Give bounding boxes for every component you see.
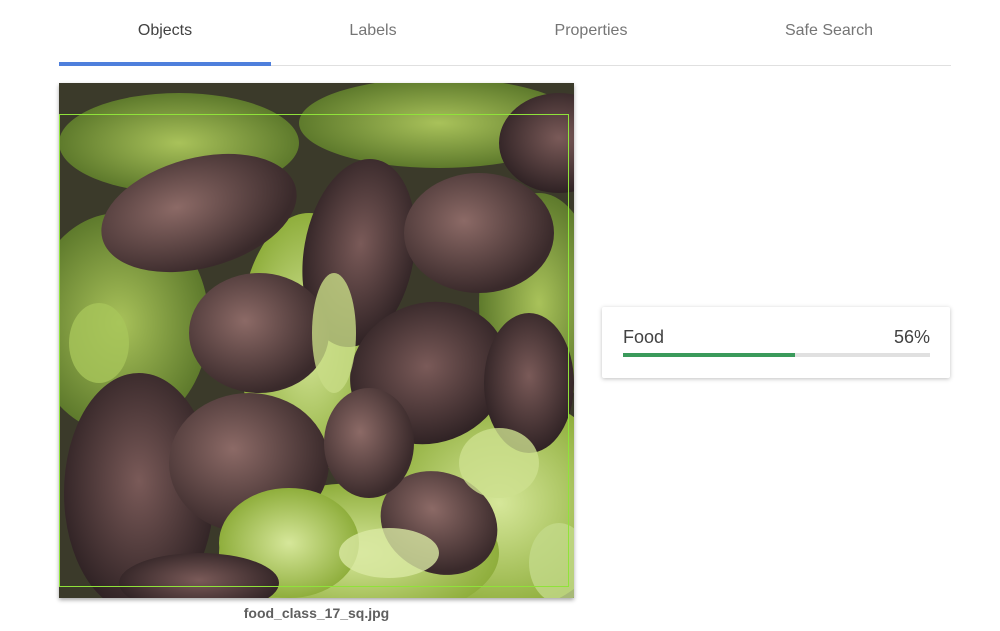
score-bar-fill — [623, 353, 795, 357]
score-bar-track — [623, 353, 930, 357]
tab-objects[interactable]: Objects — [59, 0, 271, 66]
tab-safe-search[interactable]: Safe Search — [707, 0, 951, 65]
object-name: Food — [623, 327, 665, 347]
tab-properties[interactable]: Properties — [475, 0, 707, 65]
active-tab-indicator — [59, 62, 271, 66]
object-result-card[interactable]: Food 56% — [602, 307, 950, 378]
tab-objects-label: Objects — [137, 22, 193, 39]
image-filename: food_class_17_sq.jpg — [243, 605, 390, 621]
object-score: 56% — [893, 327, 930, 347]
analyzed-image — [59, 83, 574, 598]
tab-bar: Objects Labels Properties Safe Search — [59, 0, 951, 66]
lettuce-photo — [59, 83, 574, 598]
tab-safe-search-label: Safe Search — [784, 22, 874, 39]
tab-labels-label: Labels — [349, 22, 397, 39]
tab-labels[interactable]: Labels — [271, 0, 475, 65]
tab-properties-label: Properties — [554, 22, 628, 39]
